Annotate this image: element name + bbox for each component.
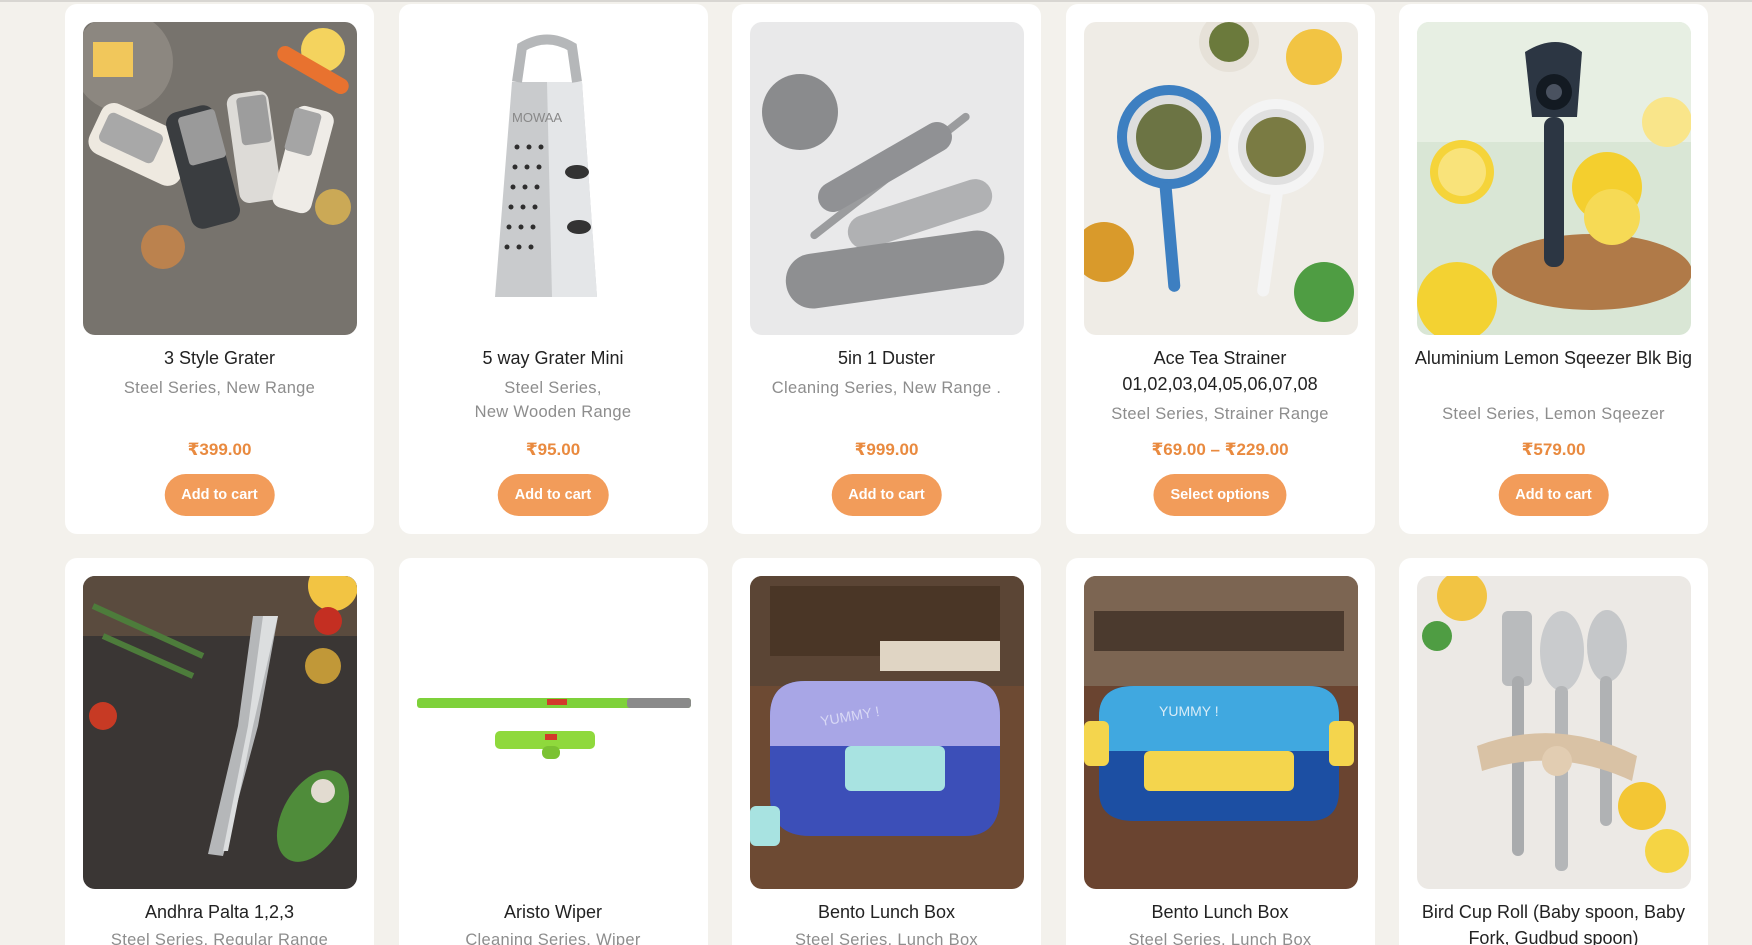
product-price: ₹399.00 <box>187 440 252 459</box>
product-grid-page: 3 Style Grater Steel Series, New Range ₹… <box>0 0 1752 945</box>
product-card: MOWAA 5 way Grater Mini Steel Series, Ne… <box>398 4 708 534</box>
product-image-wiper[interactable] <box>416 576 691 889</box>
product-title[interactable]: Bento Lunch Box <box>742 899 1031 925</box>
product-card: 5in 1 Duster Cleaning Series, New Range … <box>732 4 1041 534</box>
add-to-cart-button[interactable]: Add to cart <box>497 474 609 516</box>
product-categories[interactable]: Steel Series, Regular Range <box>75 928 364 945</box>
product-title[interactable]: 5in 1 Duster <box>742 345 1031 371</box>
cutlery-image-icon <box>1417 576 1691 889</box>
product-card: Andhra Palta 1,2,3 Steel Series, Regular… <box>65 558 374 945</box>
add-to-cart-button[interactable]: Add to cart <box>1498 474 1609 516</box>
bento-blue-image-icon: YUMMY ! <box>1083 576 1358 889</box>
product-categories[interactable]: Steel Series, Lunch Box <box>742 928 1031 945</box>
add-to-cart-button[interactable]: Add to cart <box>164 474 275 516</box>
product-title[interactable]: 3 Style Grater <box>75 345 364 371</box>
product-title[interactable]: Aluminium Lemon Sqeezer Blk Big <box>1409 345 1698 371</box>
product-image-box-grater[interactable]: MOWAA <box>416 22 691 335</box>
product-image-graters[interactable] <box>83 22 357 335</box>
product-image-bento-purple[interactable]: YUMMY ! <box>750 576 1024 889</box>
product-price: ₹999.00 <box>854 440 919 459</box>
box-grater-image-icon: MOWAA <box>416 22 691 335</box>
product-card: Aluminium Lemon Sqeezer Blk Big Steel Se… <box>1399 4 1708 534</box>
tea-strainer-image-icon <box>1083 22 1358 335</box>
product-image-lemon-squeezer[interactable] <box>1417 22 1691 335</box>
product-image-tea-strainer[interactable] <box>1083 22 1358 335</box>
product-categories[interactable]: Steel Series, <box>409 376 698 400</box>
graters-image-icon <box>83 22 357 335</box>
product-categories[interactable]: Steel Series, Lunch Box <box>1076 928 1365 945</box>
duster-image-icon <box>750 22 1024 335</box>
product-image-cutlery[interactable] <box>1417 576 1691 889</box>
divider <box>0 0 1752 2</box>
product-categories[interactable]: Steel Series, New Range <box>75 376 364 400</box>
product-title[interactable]: Ace Tea Strainer 01,02,03,04,05,06,07,08 <box>1076 345 1365 397</box>
palta-image-icon <box>83 576 357 889</box>
product-image-bento-blue[interactable]: YUMMY ! <box>1083 576 1358 889</box>
svg-text:YUMMY !: YUMMY ! <box>1159 703 1219 719</box>
product-card: 3 Style Grater Steel Series, New Range ₹… <box>65 4 374 534</box>
product-grid: 3 Style Grater Steel Series, New Range ₹… <box>65 4 1708 945</box>
product-categories[interactable]: Cleaning Series, New Range . <box>742 376 1031 400</box>
product-categories[interactable]: Steel Series, Lemon Sqeezer <box>1409 402 1698 426</box>
product-title[interactable]: Aristo Wiper <box>409 899 698 925</box>
select-options-button[interactable]: Select options <box>1153 474 1287 516</box>
product-card: YUMMY ! Bento Lunch Box Steel Series, Lu… <box>732 558 1041 945</box>
wiper-image-icon <box>416 576 691 889</box>
product-price: ₹579.00 <box>1521 440 1586 459</box>
product-categories[interactable]: New Wooden Range <box>409 400 698 424</box>
product-card: Ace Tea Strainer 01,02,03,04,05,06,07,08… <box>1065 4 1375 534</box>
product-card: YUMMY ! Bento Lunch Box Steel Series, Lu… <box>1065 558 1375 945</box>
product-categories[interactable]: Cleaning Series, Wiper <box>409 928 698 945</box>
product-title[interactable]: Bird Cup Roll (Baby spoon, Baby Fork, Gu… <box>1409 899 1698 945</box>
product-image-palta[interactable] <box>83 576 357 889</box>
product-image-duster[interactable] <box>750 22 1024 335</box>
product-card: Bird Cup Roll (Baby spoon, Baby Fork, Gu… <box>1399 558 1708 945</box>
product-card: Aristo Wiper Cleaning Series, Wiper <box>398 558 708 945</box>
product-categories[interactable]: Steel Series, Strainer Range <box>1076 402 1365 426</box>
product-title[interactable]: Andhra Palta 1,2,3 <box>75 899 364 925</box>
product-price: ₹95.00 <box>525 440 581 459</box>
svg-text:MOWAA: MOWAA <box>512 110 562 125</box>
add-to-cart-button[interactable]: Add to cart <box>831 474 942 516</box>
product-title[interactable]: Bento Lunch Box <box>1076 899 1365 925</box>
product-title[interactable]: 5 way Grater Mini <box>409 345 698 371</box>
product-price: ₹69.00 – ₹229.00 <box>1151 440 1289 459</box>
lemon-squeezer-image-icon <box>1417 22 1691 335</box>
bento-purple-image-icon: YUMMY ! <box>750 576 1024 889</box>
